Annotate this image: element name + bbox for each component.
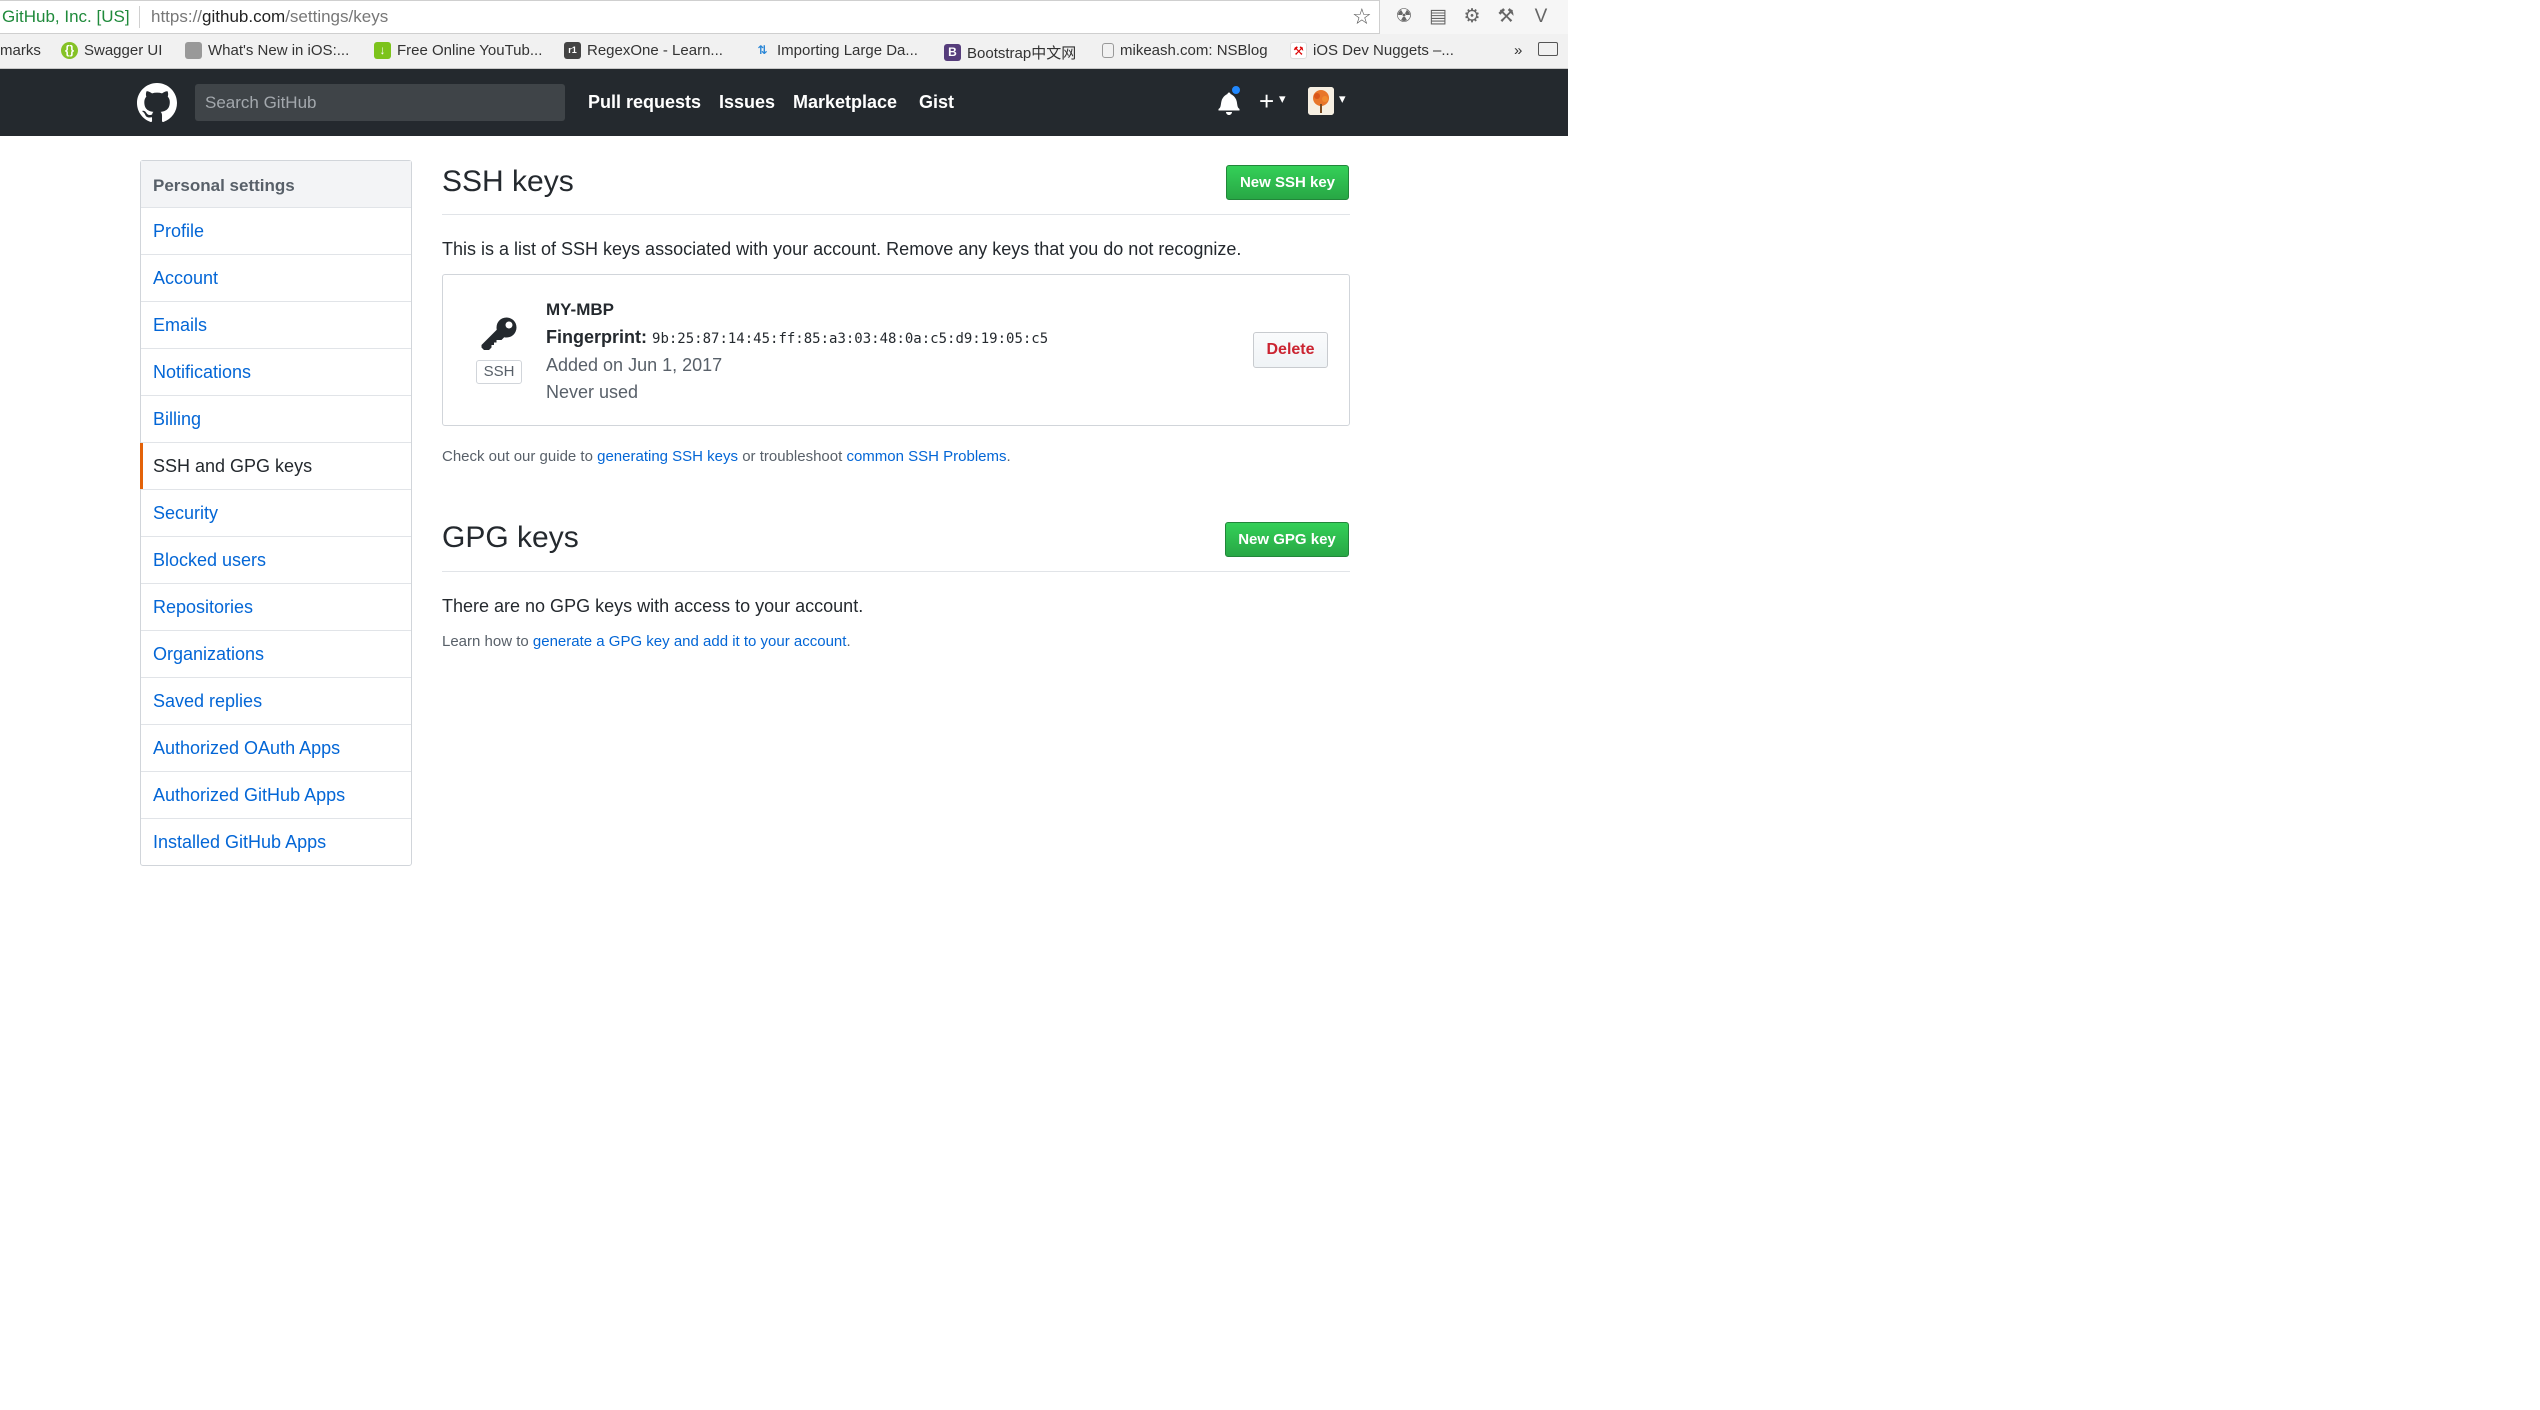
divider (442, 214, 1350, 215)
url-text[interactable]: https://github.com/settings/keys (151, 7, 388, 27)
download-arrow-icon: ↓ (374, 42, 391, 59)
hammer-icon: ⚒ (1290, 42, 1307, 59)
notification-dot (1230, 84, 1242, 96)
bookmark-item[interactable]: marks (0, 42, 41, 59)
folder-icon[interactable] (1538, 42, 1558, 56)
sidebar-item-emails[interactable]: Emails (141, 302, 411, 349)
generating-ssh-keys-link[interactable]: generating SSH keys (597, 448, 738, 465)
site-identity[interactable]: GitHub, Inc. [US] (2, 7, 130, 27)
bookmark-item[interactable]: ⚒ iOS Dev Nuggets –... (1290, 42, 1454, 59)
sidebar-item-saved-replies[interactable]: Saved replies (141, 678, 411, 725)
extension-icon-5[interactable]: V (1530, 6, 1552, 28)
ssh-key-name: MY-MBP (546, 300, 614, 319)
nav-marketplace[interactable]: Marketplace (793, 92, 897, 113)
gpg-empty-message: There are no GPG keys with access to you… (442, 596, 864, 616)
regexone-icon: r1 (564, 42, 581, 59)
gpg-learn-text: Learn how to generate a GPG key and add … (442, 633, 851, 650)
avatar-dropdown-caret-icon[interactable]: ▾ (1339, 91, 1346, 107)
ssh-key-usage: Never used (546, 382, 639, 402)
bookmark-item[interactable]: r1 RegexOne - Learn... (564, 42, 723, 59)
bookmarks-bar: marks {} Swagger UI What's New in iOS:...… (0, 34, 1568, 69)
sidebar-item-profile[interactable]: Profile (141, 208, 411, 255)
nav-issues[interactable]: Issues (719, 92, 775, 113)
bookmark-item[interactable]: {} Swagger UI (61, 42, 162, 59)
extension-icon-4[interactable]: ⚒ (1495, 6, 1517, 28)
address-bar[interactable]: GitHub, Inc. [US] https://github.com/set… (0, 0, 1380, 34)
swagger-icon: {} (61, 42, 78, 59)
sort-arrows-icon: ⇅ (757, 43, 768, 57)
ssh-key-fingerprint: Fingerprint: 9b:25:87:14:45:ff:85:a3:03:… (546, 327, 1049, 347)
bookmark-item[interactable]: B Bootstrap中文网 (944, 42, 1076, 63)
bookmark-item[interactable]: What's New in iOS:... (185, 42, 349, 59)
nav-gist[interactable]: Gist (919, 92, 954, 113)
bookmark-star-icon[interactable]: ☆ (1352, 4, 1372, 30)
settings-sidebar: Personal settings Profile Account Emails… (140, 160, 412, 866)
generate-gpg-key-link[interactable]: generate a GPG key and add it to your ac… (533, 633, 847, 650)
ssh-keys-title: SSH keys (442, 165, 574, 198)
nav-pull-requests[interactable]: Pull requests (588, 92, 701, 113)
new-ssh-key-button[interactable]: New SSH key (1226, 165, 1349, 200)
ssh-guide-text: Check out our guide to generating SSH ke… (442, 448, 1011, 465)
apple-icon (185, 42, 202, 59)
page-icon (1102, 43, 1114, 58)
sidebar-item-security[interactable]: Security (141, 490, 411, 537)
extension-icon-2[interactable]: ▤ (1427, 6, 1449, 28)
sidebar-item-account[interactable]: Account (141, 255, 411, 302)
sidebar-item-installed-github-apps[interactable]: Installed GitHub Apps (141, 819, 411, 865)
key-icon (481, 317, 517, 350)
sidebar-item-ssh-gpg-keys[interactable]: SSH and GPG keys (140, 443, 411, 490)
ssh-key-type-label: SSH (476, 360, 522, 384)
sidebar-item-authorized-oauth-apps[interactable]: Authorized OAuth Apps (141, 725, 411, 772)
new-gpg-key-button[interactable]: New GPG key (1225, 522, 1349, 557)
divider (442, 571, 1350, 572)
common-ssh-problems-link[interactable]: common SSH Problems (846, 448, 1006, 465)
sidebar-item-blocked-users[interactable]: Blocked users (141, 537, 411, 584)
plus-dropdown-caret-icon[interactable]: ▾ (1279, 91, 1286, 107)
github-logo-icon[interactable] (137, 83, 177, 123)
address-separator (139, 6, 140, 28)
browser-chrome: GitHub, Inc. [US] https://github.com/set… (0, 0, 1568, 69)
bookmarks-overflow-icon[interactable]: » (1514, 42, 1522, 59)
ssh-key-item: SSH MY-MBP Fingerprint: 9b:25:87:14:45:f… (442, 274, 1350, 426)
plus-icon[interactable]: + (1259, 86, 1274, 116)
sidebar-item-authorized-github-apps[interactable]: Authorized GitHub Apps (141, 772, 411, 819)
search-input[interactable] (195, 84, 565, 121)
sidebar-item-billing[interactable]: Billing (141, 396, 411, 443)
bookmark-item[interactable]: ⇅ Importing Large Da... (754, 42, 917, 59)
avatar[interactable] (1308, 87, 1334, 115)
extension-icon-3[interactable]: ⚙ (1461, 6, 1483, 28)
gpg-keys-title: GPG keys (442, 521, 579, 554)
extension-icon-1[interactable]: ☢ (1393, 6, 1415, 28)
sidebar-heading: Personal settings (141, 161, 411, 208)
ssh-key-added-date: Added on Jun 1, 2017 (546, 355, 723, 375)
sidebar-item-repositories[interactable]: Repositories (141, 584, 411, 631)
ssh-description: This is a list of SSH keys associated wi… (442, 239, 1242, 259)
sidebar-item-notifications[interactable]: Notifications (141, 349, 411, 396)
sidebar-item-organizations[interactable]: Organizations (141, 631, 411, 678)
delete-ssh-key-button[interactable]: Delete (1253, 332, 1328, 368)
bookmark-item[interactable]: ↓ Free Online YouTub... (374, 42, 542, 59)
bookmark-item[interactable]: mikeash.com: NSBlog (1102, 42, 1268, 59)
bootstrap-icon: B (944, 44, 961, 61)
